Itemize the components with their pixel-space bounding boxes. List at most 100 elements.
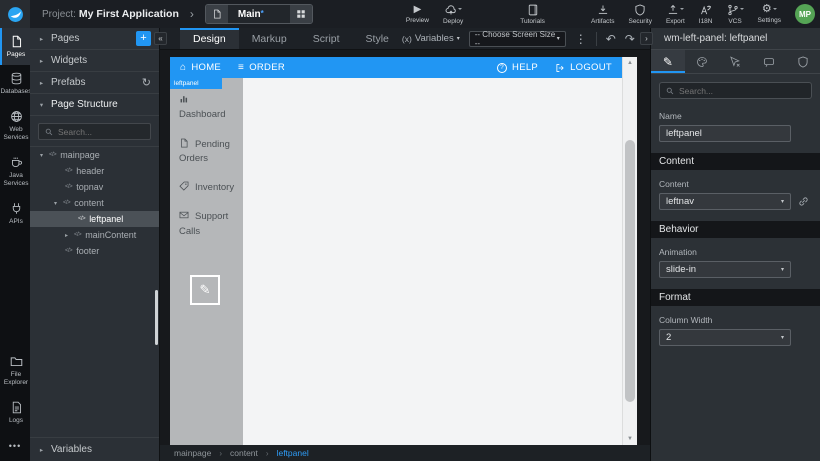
tree-node-content[interactable]: ▾ </> content xyxy=(30,195,159,211)
tab-events[interactable] xyxy=(719,50,753,73)
name-field[interactable] xyxy=(659,125,791,142)
variables-dropdown[interactable]: (x) Variables ▾ xyxy=(402,33,460,44)
tree-node-mainpage[interactable]: ▾ </> mainpage xyxy=(30,147,159,163)
chevron-right-icon: › xyxy=(266,449,269,458)
tree-expander-icon[interactable]: ▾ xyxy=(52,200,59,207)
properties-search[interactable] xyxy=(659,82,812,99)
canvas-nav-support-calls[interactable]: Support Calls xyxy=(170,210,243,239)
column-width-select[interactable]: 2 ▾ xyxy=(659,329,791,346)
deploy-button[interactable]: Deploy xyxy=(436,0,470,28)
tree-node-topnav[interactable]: </> topnav xyxy=(30,179,159,195)
link-icon[interactable] xyxy=(798,196,809,207)
chevron-right-icon: › xyxy=(190,7,194,21)
tab-markup[interactable]: Markup xyxy=(239,28,300,49)
tutorials-button[interactable]: Tutorials xyxy=(513,0,552,28)
preview-button[interactable]: ▶ Preview xyxy=(399,0,436,28)
rail-item-java-services[interactable]: Java Services xyxy=(0,149,30,195)
section-behavior[interactable]: Behavior xyxy=(651,221,820,238)
security-button[interactable]: Security xyxy=(621,0,658,28)
section-variables[interactable]: ▸ Variables xyxy=(30,437,159,461)
more-options-button[interactable]: ••• xyxy=(0,431,30,461)
section-page-structure[interactable]: ▾ Page Structure xyxy=(30,94,159,116)
refresh-icon[interactable]: ↻ xyxy=(142,76,151,89)
breadcrumb-item-mainpage[interactable]: mainpage xyxy=(174,448,211,458)
artifacts-button[interactable]: Artifacts xyxy=(584,0,621,28)
bar-chart-icon xyxy=(179,94,189,104)
vcs-button[interactable]: VCS xyxy=(720,0,751,28)
structure-search-input[interactable] xyxy=(58,127,144,137)
tree-node-label: leftpanel xyxy=(89,214,123,224)
content-select[interactable]: leftnav ▾ xyxy=(659,193,791,210)
selected-widget-tag: leftpanel xyxy=(170,78,222,89)
code-icon: </> xyxy=(65,248,72,254)
canvas-nav-help[interactable]: ?HELP xyxy=(497,62,538,73)
tab-styles[interactable] xyxy=(685,50,719,73)
rail-item-apis[interactable]: APIs xyxy=(0,195,30,232)
section-content[interactable]: Content xyxy=(651,153,820,170)
rail-item-logs[interactable]: Logs xyxy=(0,394,30,431)
vcs-label: VCS xyxy=(728,18,741,25)
tree-node-maincontent[interactable]: ▸ </> mainContent xyxy=(30,227,159,243)
rail-item-databases[interactable]: Databases xyxy=(0,65,30,102)
structure-search[interactable] xyxy=(38,123,151,140)
section-format[interactable]: Format xyxy=(651,289,820,306)
tab-style[interactable]: Style xyxy=(353,28,402,49)
tree-node-footer[interactable]: </> footer xyxy=(30,243,159,259)
variables-icon: (x) xyxy=(402,34,412,44)
collapse-right-panel-button[interactable]: › xyxy=(640,32,653,45)
tab-design[interactable]: Design xyxy=(180,28,239,49)
plug-icon xyxy=(10,202,23,215)
tree-node-header[interactable]: </> header xyxy=(30,163,159,179)
page-grid-icon[interactable] xyxy=(290,5,312,23)
canvas-nav-home[interactable]: ⌂HOME xyxy=(180,62,221,73)
scroll-up-icon[interactable]: ▲ xyxy=(627,60,633,66)
tree-expander-icon[interactable]: ▸ xyxy=(63,232,70,239)
wavemaker-logo[interactable] xyxy=(0,0,30,28)
canvas-scrollbar-thumb[interactable] xyxy=(625,140,635,402)
page-selector[interactable]: Main* xyxy=(205,4,313,24)
screen-size-select[interactable]: -- Choose Screen Size -- ▾ xyxy=(469,31,566,47)
redo-icon[interactable]: ↷ xyxy=(625,33,635,45)
user-avatar[interactable]: MP xyxy=(795,4,815,24)
rail-label: Web Services xyxy=(2,126,30,143)
kebab-menu-icon[interactable]: ⋮ xyxy=(575,33,587,45)
undo-icon[interactable]: ↶ xyxy=(606,33,616,45)
panel-scrollbar-thumb[interactable] xyxy=(155,290,158,345)
collapse-left-panel-button[interactable]: « xyxy=(154,32,167,45)
tree-expander-icon[interactable]: ▾ xyxy=(38,152,45,159)
breadcrumb-item-leftpanel[interactable]: leftpanel xyxy=(277,448,309,458)
tab-security[interactable] xyxy=(786,50,820,73)
add-page-button[interactable]: + xyxy=(136,31,151,46)
scroll-down-icon[interactable]: ▼ xyxy=(627,436,633,442)
section-pages[interactable]: ▸ Pages + xyxy=(30,28,159,50)
preview-label: Preview xyxy=(406,17,429,24)
tree-node-label: footer xyxy=(76,246,99,256)
breadcrumb-item-content[interactable]: content xyxy=(230,448,258,458)
rail-item-file-explorer[interactable]: File Explorer xyxy=(0,348,30,394)
animation-select[interactable]: slide-in ▾ xyxy=(659,261,791,278)
i18n-button[interactable]: I18N xyxy=(692,0,720,28)
settings-button[interactable]: ⚙ Settings xyxy=(751,0,789,28)
tree-node-leftpanel[interactable]: </> leftpanel xyxy=(30,211,159,227)
edit-region-button[interactable]: ✎ xyxy=(190,275,220,305)
rail-item-pages[interactable]: Pages xyxy=(0,28,30,65)
tab-devices[interactable] xyxy=(752,50,786,73)
rail-item-web-services[interactable]: Web Services xyxy=(0,103,30,149)
canvas-nav-order[interactable]: ≡ORDER xyxy=(238,62,285,73)
current-page-name: Main* xyxy=(228,9,290,20)
canvas-nav-pending-orders[interactable]: Pending Orders xyxy=(170,138,243,167)
section-widgets[interactable]: ▸ Widgets xyxy=(30,50,159,72)
properties-search-input[interactable] xyxy=(679,86,805,96)
canvas-nav-dashboard[interactable]: Dashboard xyxy=(170,94,243,123)
content-label: Content xyxy=(659,179,812,189)
canvas-nav-logout[interactable]: LOGOUT xyxy=(555,62,612,73)
section-prefabs[interactable]: ▸ Prefabs ↻ xyxy=(30,72,159,94)
canvas-left-nav[interactable]: Dashboard Pending Orders Inventory Suppo… xyxy=(170,78,243,445)
expanded-arrow-icon: ▾ xyxy=(38,101,45,109)
question-icon: ? xyxy=(497,63,507,73)
export-button[interactable]: Export xyxy=(659,0,692,28)
tab-properties[interactable]: ✎ xyxy=(651,50,685,73)
tab-script[interactable]: Script xyxy=(300,28,353,49)
design-canvas[interactable]: ⌂HOME ≡ORDER ?HELP LOGOUT leftpanel Dash… xyxy=(170,57,637,445)
canvas-nav-inventory[interactable]: Inventory xyxy=(170,181,243,195)
